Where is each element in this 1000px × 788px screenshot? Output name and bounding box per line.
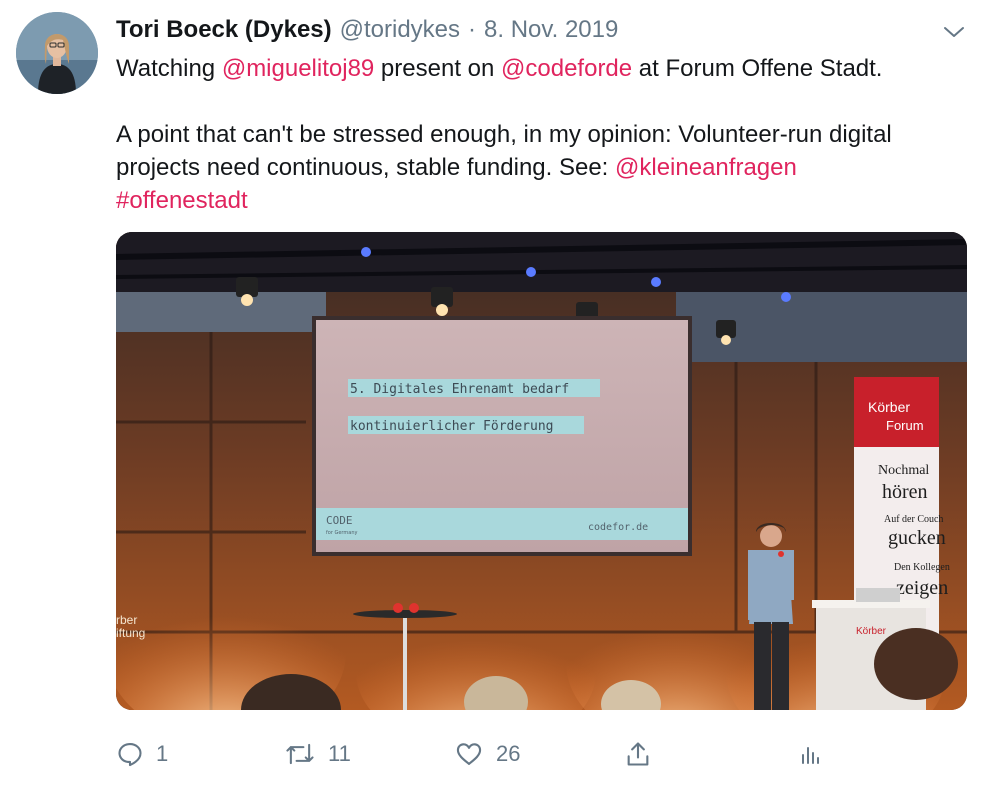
tweet-paragraph-2: A point that can't be stressed enough, i…: [116, 118, 976, 217]
analytics-icon: [802, 747, 819, 764]
conference-stage-photo: 5. Digitales Ehrenamt bedarf kontinuierl…: [116, 232, 967, 710]
wall-text-line-2: iftung: [116, 626, 145, 640]
like-count: 26: [496, 741, 521, 766]
share-button[interactable]: [624, 734, 652, 774]
banner-line-1: Nochmal: [878, 463, 929, 478]
author-handle[interactable]: @toridykes: [340, 16, 460, 44]
chevron-down-icon: [944, 27, 964, 37]
banner-brand-line-2: Forum: [886, 418, 924, 433]
like-button[interactable]: 26: [454, 734, 520, 774]
slide-heading-line-1: 5. Digitales Ehrenamt bedarf: [350, 382, 569, 397]
avatar-photo: [16, 12, 98, 94]
mention-link[interactable]: @kleineanfragen: [615, 154, 797, 181]
tweet-paragraph-1: Watching @miguelitoj89 present on @codef…: [116, 52, 976, 85]
banner-line-2: hören: [882, 481, 928, 503]
slide-logo-sub: for Germany: [326, 530, 357, 536]
banner-line-5: Den Kollegen: [894, 562, 950, 573]
banner-line-3: Auf der Couch: [884, 514, 943, 525]
heart-icon: [456, 743, 482, 765]
slide-url: codefor.de: [588, 522, 648, 533]
tweet-header: Tori Boeck (Dykes) @toridykes · 8. Nov. …: [116, 16, 618, 46]
author-display-name[interactable]: Tori Boeck (Dykes): [116, 16, 332, 44]
tweet-photo[interactable]: 5. Digitales Ehrenamt bedarf kontinuierl…: [116, 232, 967, 710]
mention-link[interactable]: @codeforde: [501, 55, 632, 82]
tweet-action-bar: 1 11 26: [116, 734, 836, 774]
avatar[interactable]: [16, 12, 98, 94]
reply-button[interactable]: 1: [116, 734, 168, 774]
tweet-date[interactable]: 8. Nov. 2019: [484, 16, 618, 44]
retweet-icon: [286, 743, 314, 765]
tweet-text: Watching @miguelitoj89 present on @codef…: [116, 52, 976, 217]
share-icon: [627, 742, 649, 766]
more-menu-button[interactable]: [942, 22, 966, 42]
analytics-button[interactable]: [798, 734, 822, 774]
wall-text-line-1: rber: [116, 613, 137, 627]
banner-line-6: zeigen: [896, 577, 948, 599]
reply-icon: [118, 743, 142, 767]
text-segment: at Forum Offene Stadt.: [632, 55, 883, 82]
banner-brand-line-1: Körber: [868, 399, 910, 415]
retweet-count: 11: [328, 741, 351, 766]
text-segment: Watching: [116, 55, 222, 82]
podium-label: Körber: [856, 626, 887, 637]
retweet-button[interactable]: 11: [284, 734, 351, 774]
reply-count: 1: [156, 741, 169, 766]
slide-heading-line-2: kontinuierlicher Förderung: [350, 419, 554, 434]
hashtag-link[interactable]: #offenestadt: [116, 187, 248, 214]
mention-link[interactable]: @miguelitoj89: [222, 55, 374, 82]
slide-logo: CODE: [326, 514, 353, 527]
banner-line-4: gucken: [888, 527, 946, 549]
text-segment: present on: [374, 55, 502, 82]
header-separator: ·: [468, 16, 477, 43]
